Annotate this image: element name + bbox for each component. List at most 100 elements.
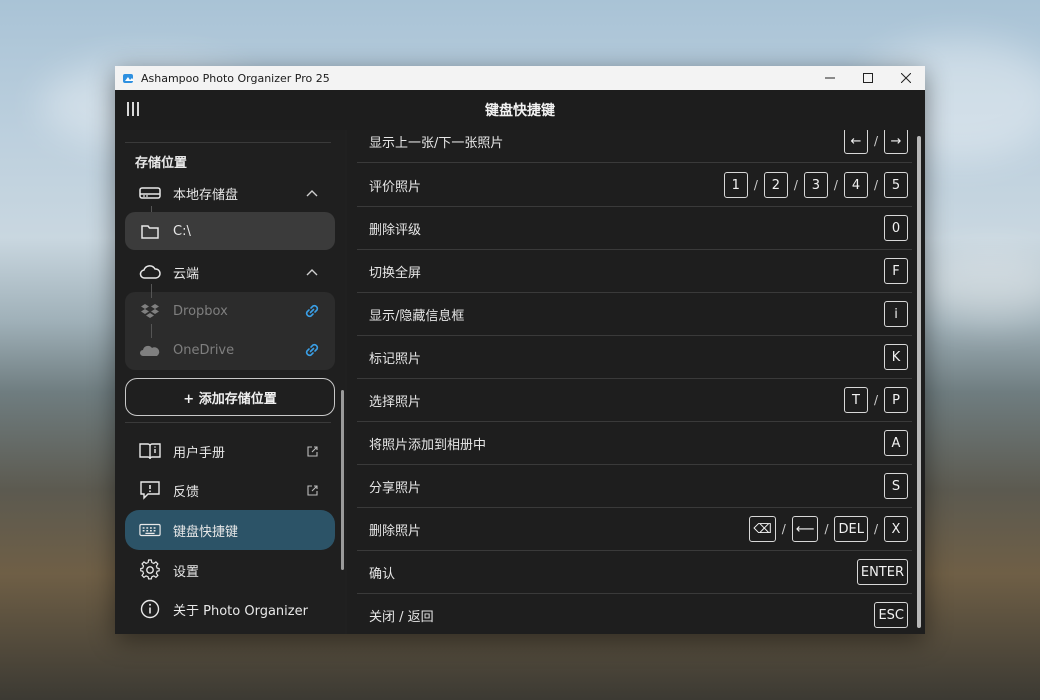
shortcut-name: 选择照片 <box>369 394 422 410</box>
sidebar-item-onedrive[interactable]: OneDrive <box>125 331 335 369</box>
sidebar-item-dropbox[interactable]: Dropbox <box>125 292 335 330</box>
shortcut-keys: ⌫ / ⟵ / DEL / X <box>749 516 908 542</box>
external-link-icon <box>301 445 323 457</box>
keycap: 5 <box>884 172 908 198</box>
shortcut-name: 评价照片 <box>369 179 422 195</box>
keycap: X <box>884 516 908 542</box>
keycap: K <box>884 344 908 370</box>
gear-icon <box>139 559 161 581</box>
keycap: P <box>884 387 908 413</box>
window-title: Ashampoo Photo Organizer Pro 25 <box>141 71 330 85</box>
cloud-icon <box>139 261 161 283</box>
shortcut-row: 关闭 / 返回 ESC <box>357 594 912 634</box>
onedrive-icon <box>139 339 161 361</box>
shortcut-keys: S <box>884 473 908 499</box>
sidebar-item-settings[interactable]: 设置 <box>125 551 335 589</box>
drive-icon <box>139 182 161 204</box>
menu-toggle-button[interactable] <box>127 102 141 118</box>
sidebar-item-user-manual[interactable]: 用户手册 <box>125 432 335 470</box>
sidebar-item-label: 用户手册 <box>173 445 226 461</box>
app-logo-icon <box>123 74 134 83</box>
shortcut-row: 显示上一张/下一张照片 ← / → <box>357 130 912 163</box>
sidebar-item-label: 设置 <box>173 564 200 580</box>
link-icon[interactable] <box>301 341 323 359</box>
shortcut-row: 标记照片 K <box>357 336 912 379</box>
keycap: 1 <box>723 172 748 198</box>
shortcut-row: 将照片添加到相册中 A <box>357 422 912 465</box>
add-storage-location-button[interactable]: + 添加存储位置 <box>125 378 335 416</box>
maximize-button[interactable] <box>849 66 887 90</box>
drive-label: C:\ <box>173 223 191 239</box>
shortcut-row: 删除评级 0 <box>357 207 912 250</box>
shortcut-row: 删除照片 ⌫ / ⟵ / DEL / X <box>357 508 912 551</box>
sidebar-item-label: 本地存储盘 <box>173 187 239 203</box>
shortcut-name: 显示/隐藏信息框 <box>369 308 465 324</box>
keycap: ESC <box>874 602 908 628</box>
title-bar: Ashampoo Photo Organizer Pro 25 <box>115 66 925 90</box>
shortcut-row: 切换全屏 F <box>357 250 912 293</box>
chevron-up-icon[interactable] <box>301 189 323 197</box>
shortcut-name: 标记照片 <box>369 351 422 367</box>
sidebar-item-label: 键盘快捷键 <box>173 524 239 540</box>
shortcut-keys: 1 / 2 / 3 / 4 / 5 <box>723 172 908 198</box>
shortcut-keys: A <box>884 430 908 456</box>
minimize-button[interactable] <box>811 66 849 90</box>
sidebar-scrollbar[interactable] <box>341 390 344 570</box>
divider <box>125 142 331 143</box>
keycap: ⌫ <box>749 516 776 542</box>
info-icon <box>139 598 161 620</box>
key-separator: / <box>873 522 878 536</box>
minimize-icon <box>825 77 835 79</box>
key-separator: / <box>873 178 878 192</box>
sidebar-item-label: 关于 Photo Organizer <box>173 603 308 619</box>
key-separator: / <box>824 522 829 536</box>
shortcut-name: 关闭 / 返回 <box>369 609 434 625</box>
shortcut-row: 确认 ENTER <box>357 551 912 594</box>
shortcut-name: 删除评级 <box>369 222 422 238</box>
key-separator: / <box>781 522 786 536</box>
keycap: ← <box>843 130 868 154</box>
sidebar-item-keyboard-shortcuts[interactable]: 键盘快捷键 <box>125 510 335 550</box>
divider <box>125 422 331 423</box>
shortcut-row: 分享照片 S <box>357 465 912 508</box>
keycap: S <box>884 473 908 499</box>
keycap: ⟵ <box>791 516 819 542</box>
external-link-icon <box>301 484 323 496</box>
sidebar-item-label: 云端 <box>173 266 200 282</box>
page-title: 键盘快捷键 <box>485 103 555 119</box>
shortcut-keys: ESC <box>874 602 908 628</box>
key-separator: / <box>873 393 878 407</box>
shortcut-name: 将照片添加到相册中 <box>369 437 487 453</box>
key-separator: / <box>753 178 758 192</box>
dropbox-icon <box>139 300 161 322</box>
close-button[interactable] <box>887 66 925 90</box>
window-controls <box>811 66 925 90</box>
sidebar: 存储位置 本地存储盘 C:\ 云端 Dropbox OneDrive + 添加存… <box>115 130 345 634</box>
shortcut-keys: K <box>884 344 908 370</box>
chevron-up-icon[interactable] <box>301 268 323 276</box>
shortcut-keys: 0 <box>884 215 908 241</box>
shortcut-row: 显示/隐藏信息框 i <box>357 293 912 336</box>
link-icon[interactable] <box>301 302 323 320</box>
menu-icon-bar <box>132 102 134 116</box>
shortcut-name: 确认 <box>369 566 396 582</box>
sidebar-item-local-storage[interactable]: 本地存储盘 <box>125 174 335 212</box>
keyboard-icon <box>139 519 161 541</box>
keycap: DEL <box>834 516 868 542</box>
shortcut-keys: ENTER <box>856 559 908 585</box>
shortcut-row: 选择照片 T / P <box>357 379 912 422</box>
sidebar-item-about[interactable]: 关于 Photo Organizer <box>125 590 335 628</box>
shortcut-keys: F <box>884 258 908 284</box>
shortcut-name: 删除照片 <box>369 523 422 539</box>
content-scrollbar[interactable] <box>917 136 921 628</box>
sidebar-item-drive-c[interactable]: C:\ <box>125 212 335 250</box>
app-window: Ashampoo Photo Organizer Pro 25 键盘快捷键 存储… <box>115 66 925 634</box>
sidebar-item-feedback[interactable]: 反馈 <box>125 471 335 509</box>
keycap: A <box>884 430 908 456</box>
keycap: 2 <box>763 172 788 198</box>
dropbox-label: Dropbox <box>173 303 228 319</box>
keycap: → <box>884 130 908 154</box>
sidebar-item-cloud[interactable]: 云端 <box>125 253 335 291</box>
menu-icon <box>127 102 129 116</box>
keycap: i <box>884 301 908 327</box>
